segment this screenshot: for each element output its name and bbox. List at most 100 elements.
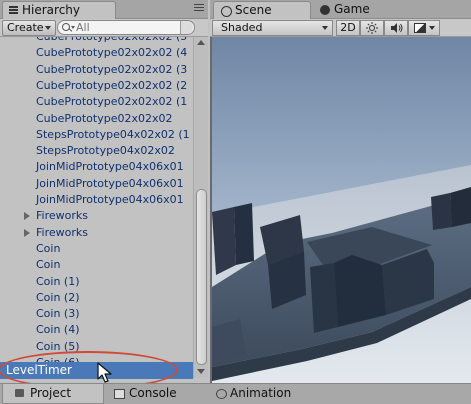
- tab-game-label: Game: [334, 2, 370, 16]
- lighting-toggle-button[interactable]: [360, 20, 384, 36]
- tab-project-label: Project: [30, 386, 72, 400]
- folder-icon: [15, 389, 24, 397]
- hierarchy-item-label: JoinMidPrototype04x06x01: [36, 160, 184, 173]
- hierarchy-item[interactable]: Coin (2): [0, 290, 193, 306]
- speaker-icon: [390, 23, 402, 33]
- hierarchy-item-label: CubePrototype02x02x02 (2: [36, 79, 188, 92]
- hierarchy-item-label: Coin (4): [36, 323, 80, 336]
- hierarchy-scrollbar[interactable]: [193, 37, 208, 378]
- hierarchy-item[interactable]: JoinMidPrototype04x06x01: [0, 159, 193, 175]
- create-dropdown-button[interactable]: Create: [2, 20, 56, 36]
- hierarchy-item[interactable]: CubePrototype02x02x02: [0, 111, 193, 127]
- shading-mode-dropdown[interactable]: Shaded: [212, 20, 333, 36]
- shading-mode-label: Shaded: [221, 21, 263, 34]
- cube-block: [212, 207, 236, 275]
- hierarchy-item-label: Coin (1): [36, 275, 80, 288]
- hierarchy-item[interactable]: Coin (3): [0, 306, 193, 322]
- hierarchy-item[interactable]: CubePrototype02x02x02 (3: [0, 62, 193, 78]
- hierarchy-toolbar: Create: [0, 19, 208, 37]
- scene-icon: [221, 6, 232, 17]
- tab-animation-label: Animation: [230, 386, 292, 400]
- hierarchy-item[interactable]: Fireworks: [0, 208, 193, 224]
- steps-block: [334, 255, 386, 327]
- hierarchy-item[interactable]: JoinMidPrototype04x06x01: [0, 192, 193, 208]
- create-label: Create: [7, 21, 44, 34]
- effects-dropdown-button[interactable]: [408, 20, 440, 36]
- hierarchy-item-label: Coin (3): [36, 307, 80, 320]
- chevron-down-icon: [322, 26, 328, 30]
- hierarchy-item-label: CubePrototype02x02x02 (1: [36, 95, 188, 108]
- scroll-up-icon[interactable]: [197, 40, 205, 45]
- hierarchy-search: [57, 20, 195, 35]
- tab-animation[interactable]: Animation: [214, 384, 314, 403]
- console-icon: [114, 389, 125, 399]
- join-mid-block: [431, 193, 452, 230]
- search-cancel-button[interactable]: [180, 21, 193, 34]
- hierarchy-item-label: Coin: [36, 242, 61, 255]
- toggle-2d-label: 2D: [340, 21, 356, 34]
- expand-arrow-icon[interactable]: [24, 212, 30, 220]
- hierarchy-item[interactable]: CubePrototype02x02x02 (5: [0, 37, 193, 45]
- pacman-icon: [320, 5, 330, 15]
- hierarchy-list-icon: [9, 6, 18, 15]
- tab-scene[interactable]: Scene: [213, 1, 311, 19]
- scene-tab-bar: Scene Game: [210, 0, 471, 19]
- hierarchy-item-label: Fireworks: [36, 226, 88, 239]
- tab-game[interactable]: Game: [313, 1, 393, 18]
- hierarchy-list: CubePrototype02x02x02 (5CubePrototype02x…: [0, 37, 193, 378]
- chevron-down-icon: [428, 26, 435, 30]
- scene-3d-render: [212, 37, 471, 383]
- toggle-2d-button[interactable]: 2D: [336, 20, 360, 36]
- mouse-cursor-icon: [97, 362, 112, 383]
- hierarchy-tab[interactable]: Hierarchy: [2, 1, 116, 19]
- hierarchy-panel: Hierarchy Create CubePrototype02x02x02 (…: [0, 0, 208, 403]
- hierarchy-item-label: CubePrototype02x02x02 (5: [36, 37, 187, 45]
- hierarchy-item-label: Coin: [36, 258, 61, 271]
- hierarchy-item-label: StepsPrototype04x02x02: [36, 144, 175, 157]
- hierarchy-item[interactable]: StepsPrototype04x02x02: [0, 143, 193, 159]
- hierarchy-item-label: CubePrototype02x02x02 (3: [36, 63, 188, 76]
- unity-editor: Hierarchy Create CubePrototype02x02x02 (…: [0, 0, 471, 404]
- hierarchy-item[interactable]: Coin: [0, 241, 193, 257]
- scene-panel: Scene Game Shaded 2D: [210, 0, 471, 383]
- scene-toolbar: Shaded 2D: [210, 19, 471, 37]
- search-filter-chevron-icon[interactable]: [71, 26, 75, 29]
- hierarchy-item[interactable]: Coin (1): [0, 274, 193, 290]
- cube-block-side: [234, 203, 254, 265]
- sun-icon: [366, 22, 378, 34]
- tab-project[interactable]: Project: [2, 384, 104, 404]
- panel-menu-icon[interactable]: [194, 4, 204, 13]
- hierarchy-item[interactable]: Fireworks: [0, 225, 193, 241]
- hierarchy-tab-label: Hierarchy: [22, 3, 81, 17]
- expand-arrow-icon[interactable]: [24, 229, 30, 237]
- audio-toggle-button[interactable]: [384, 20, 408, 36]
- image-icon: [413, 23, 426, 33]
- hierarchy-item-label: Coin (2): [36, 291, 80, 304]
- tab-console[interactable]: Console: [104, 384, 200, 403]
- hierarchy-item[interactable]: CubePrototype02x02x02 (1: [0, 94, 193, 110]
- hierarchy-item[interactable]: Coin (4): [0, 322, 193, 338]
- hierarchy-item-label: Fireworks: [36, 209, 88, 222]
- hierarchy-item[interactable]: Coin: [0, 257, 193, 273]
- clock-icon: [216, 389, 227, 399]
- chevron-down-icon: [45, 26, 51, 30]
- hierarchy-tab-bar: Hierarchy: [0, 0, 208, 19]
- bottom-tab-bar: Project Console Animation: [0, 383, 471, 404]
- scene-viewport[interactable]: [210, 37, 471, 383]
- hierarchy-item-label: StepsPrototype04x02x02 (1: [36, 128, 190, 141]
- hierarchy-item[interactable]: CubePrototype02x02x02 (2: [0, 78, 193, 94]
- hierarchy-item[interactable]: JoinMidPrototype04x06x01: [0, 176, 193, 192]
- hierarchy-item-label: CubePrototype02x02x02 (4: [36, 46, 188, 59]
- tab-console-label: Console: [129, 386, 177, 400]
- hierarchy-item-label: CubePrototype02x02x02: [36, 112, 173, 125]
- scrollbar-thumb[interactable]: [196, 189, 207, 365]
- steps-block: [310, 263, 338, 333]
- hierarchy-item[interactable]: StepsPrototype04x02x02 (1: [0, 127, 193, 143]
- hierarchy-item[interactable]: CubePrototype02x02x02 (4: [0, 45, 193, 61]
- tab-scene-label: Scene: [235, 3, 272, 17]
- scroll-down-icon[interactable]: [197, 369, 205, 374]
- search-icon[interactable]: [62, 23, 70, 31]
- hierarchy-item-label: JoinMidPrototype04x06x01: [36, 177, 184, 190]
- search-input[interactable]: [76, 21, 171, 34]
- hierarchy-item-label: JoinMidPrototype04x06x01: [36, 193, 184, 206]
